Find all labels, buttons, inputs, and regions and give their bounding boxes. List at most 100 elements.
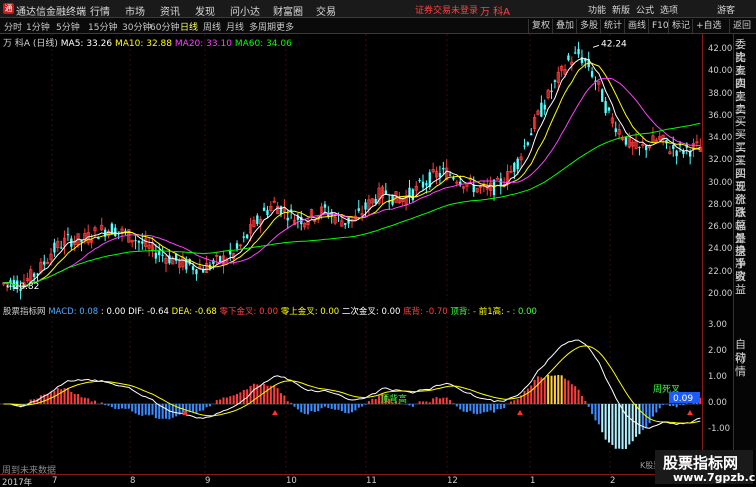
candle-body	[262, 207, 266, 211]
menu-market[interactable]: 市场	[125, 3, 145, 18]
menu-options[interactable]: 选项	[660, 3, 678, 16]
macd-legend: 股票指标网 MACD: 0.08 : 0.00 DIF: -0.64 DEA: …	[3, 305, 537, 317]
period-5min[interactable]: 5分钟	[56, 20, 80, 33]
candle-body	[59, 247, 63, 249]
candle-body	[110, 223, 114, 234]
y-tick-label: 20.00	[708, 289, 733, 299]
candle-body	[513, 162, 516, 172]
candle-body	[117, 231, 120, 233]
period-60min[interactable]: 60分钟	[150, 20, 179, 33]
candle-body	[438, 173, 442, 178]
overlay-button[interactable]: 叠加	[552, 19, 574, 33]
low-price-label: ←20.82	[6, 282, 39, 292]
period-monthly[interactable]: 月线	[226, 20, 244, 33]
high-price-label: 42.24	[601, 39, 627, 49]
menu-formula[interactable]: 公式	[636, 3, 654, 16]
candle-body	[242, 236, 245, 238]
menu-ask[interactable]: 问小达	[230, 3, 260, 18]
candle-body	[344, 223, 347, 225]
period-intraday[interactable]: 分时	[4, 20, 22, 33]
candle-body	[526, 142, 530, 145]
top-div-label: 顶背高	[380, 393, 407, 405]
menu-trade[interactable]: 交易	[316, 3, 336, 18]
candle-body	[286, 217, 289, 221]
macd-bottom-div: 底背: -0.70	[403, 307, 448, 317]
candle-body	[425, 183, 428, 186]
price-legend: 万 科A (日线) MA5: 33.26 MA10: 32.88 MA20: 3…	[3, 36, 292, 49]
candle-body	[638, 146, 641, 148]
period-1min[interactable]: 1分钟	[26, 20, 50, 33]
y-tick-label: 28.00	[708, 199, 733, 210]
candlestick-chart[interactable]: 42.24 ←20.82	[0, 34, 702, 300]
candle-body	[452, 177, 455, 180]
legend-ma60: MA60: 34.06	[234, 39, 292, 49]
macd-tail: : 0.00	[512, 307, 537, 317]
back-button[interactable]: 返回	[729, 19, 751, 33]
y-tick-label: 36.00	[708, 110, 733, 121]
time-axis	[0, 474, 702, 487]
ma5-line	[3, 57, 701, 288]
menu-new-version[interactable]: 新版	[612, 3, 630, 16]
macd-indicator-name: 股票指标网	[3, 307, 46, 317]
app-logo-icon: 通	[3, 3, 14, 14]
candle-body	[195, 269, 198, 275]
y-tick-label: 40.00	[708, 66, 733, 77]
candle-body	[202, 269, 205, 273]
macd-chart[interactable]: 顶背高周死叉0.09K股票	[0, 302, 702, 474]
x-tick-label: 2	[610, 476, 616, 486]
menu-discover[interactable]: 发现	[195, 3, 215, 18]
side-tab[interactable]: 行情	[735, 352, 756, 378]
macd-y-tick-label: 3.00	[708, 320, 727, 330]
multi-stock-button[interactable]: 多股	[576, 19, 598, 33]
y-tick-label: 22.00	[708, 266, 733, 277]
candle-body	[448, 174, 452, 176]
x-tick-label: 9	[205, 476, 211, 486]
buy-arrow-icon	[517, 410, 523, 415]
menu-wealth[interactable]: 财富圈	[273, 3, 303, 18]
candle-body	[614, 128, 617, 133]
candle-body	[80, 240, 83, 243]
candle-body	[154, 252, 158, 259]
x-tick-label: 11	[366, 476, 377, 486]
period-15min[interactable]: 15分钟	[88, 20, 117, 33]
menu-quotes[interactable]: 行情	[90, 3, 110, 18]
macd-top-div: 顶背: -	[450, 307, 477, 317]
candle-body	[672, 145, 675, 149]
login-status[interactable]: 证券交易未登录	[415, 3, 478, 16]
candle-body	[141, 241, 144, 244]
watermark-url: www.7gpzb.com	[673, 471, 756, 484]
period-daily[interactable]: 日线	[180, 20, 198, 33]
period-30min[interactable]: 30分钟	[122, 20, 151, 33]
side-tab[interactable]: 收益	[735, 270, 756, 296]
y-tick-label: 32.00	[708, 155, 733, 166]
candle-body	[567, 55, 570, 61]
candle-body	[442, 168, 445, 170]
watermark-title: 股票指标网	[663, 454, 739, 472]
menu-function[interactable]: 功能	[588, 3, 606, 16]
candle-body	[158, 251, 161, 256]
draw-line-button[interactable]: 画线	[624, 19, 646, 33]
period-multi[interactable]: 多周期	[249, 20, 276, 33]
menu-news[interactable]: 资讯	[160, 3, 180, 18]
candle-body	[364, 202, 367, 210]
candle-body	[134, 240, 137, 242]
candle-body	[590, 71, 594, 77]
f10-button[interactable]: F10	[648, 19, 669, 33]
candle-body	[43, 261, 46, 265]
buy-arrow-icon	[687, 410, 693, 415]
y-tick-label: 34.00	[708, 133, 733, 144]
guest-label[interactable]: 游客	[717, 3, 735, 16]
mark-button[interactable]: 标记	[668, 19, 690, 33]
macd-value: MACD: 0.08	[48, 307, 99, 317]
stock-name: 万 科A	[480, 7, 511, 18]
y-tick-label: 38.00	[708, 88, 733, 99]
x-tick-label: 12	[447, 476, 458, 486]
no-data-notice: 周到未来数据	[2, 466, 57, 476]
period-weekly[interactable]: 周线	[203, 20, 221, 33]
stats-button[interactable]: 统计	[600, 19, 622, 33]
y-tick-label: 24.00	[708, 244, 733, 255]
period-more[interactable]: 更多	[276, 20, 294, 33]
adjust-button[interactable]: 复权	[528, 19, 550, 33]
macd-y-tick-label: 0.00	[708, 398, 727, 408]
add-watchlist-button[interactable]: +自选	[692, 19, 722, 33]
